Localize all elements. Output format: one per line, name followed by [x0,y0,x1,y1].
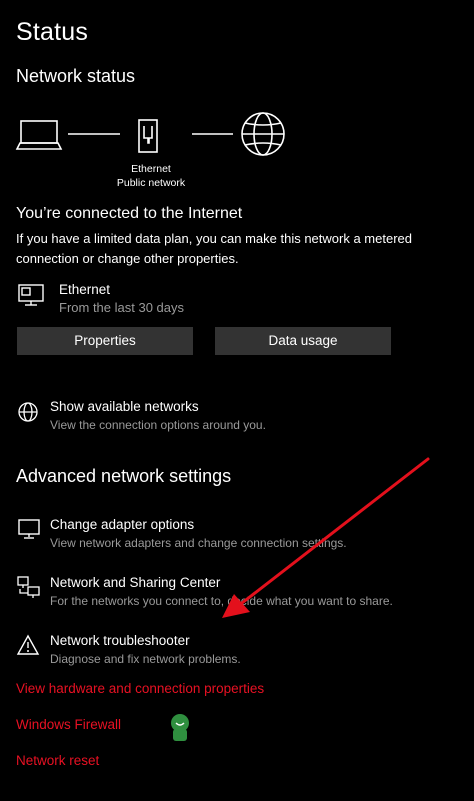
adapter-name: Ethernet [131,163,171,175]
connection-name: Ethernet [59,282,111,297]
globe-icon [241,112,285,156]
show-networks-desc: View the connection options around you. [50,418,266,432]
adapter-info: Ethernet Public network [104,162,198,190]
network-type: Public network [116,177,186,189]
connection-detail: From the last 30 days [59,300,184,315]
show-networks-title: Show available networks [50,399,199,414]
globe-icon [18,402,38,422]
data-usage-button[interactable]: Data usage [215,327,391,355]
change-adapter-desc: View network adapters and change connect… [50,536,347,550]
monitor-icon [18,519,40,539]
windows-firewall-link[interactable]: Windows Firewall [16,717,121,732]
troubleshooter-title: Network troubleshooter [50,633,190,648]
change-adapter-title: Change adapter options [50,517,195,532]
sharing-center-icon [17,576,40,598]
network-reset-link[interactable]: Network reset [16,753,99,768]
network-troubleshooter[interactable]: Network troubleshooter Diagnose and fix … [0,630,474,670]
ethernet-port-icon [138,119,158,153]
watermark-logo [171,714,189,741]
connected-title: You’re connected to the Internet [16,205,243,222]
laptop-icon [15,120,63,150]
warning-icon [16,634,40,655]
change-adapter-options[interactable]: Change adapter options View network adap… [0,514,474,554]
properties-button[interactable]: Properties [17,327,193,355]
page-title: Status [16,18,89,46]
connection-diagram [15,112,285,156]
connected-description: If you have a limited data plan, you can… [16,231,412,266]
show-available-networks[interactable]: Show available networks View the connect… [0,396,474,436]
network-status-heading: Network status [16,66,136,86]
troubleshooter-desc: Diagnose and fix network problems. [50,652,241,666]
sharing-center-title: Network and Sharing Center [50,575,221,590]
network-sharing-center[interactable]: Network and Sharing Center For the netwo… [0,572,474,612]
ethernet-pc-icon [18,284,44,306]
view-hardware-link[interactable]: View hardware and connection properties [16,681,264,696]
sharing-center-desc: For the networks you connect to, decide … [50,594,393,608]
advanced-settings-heading: Advanced network settings [16,466,232,486]
